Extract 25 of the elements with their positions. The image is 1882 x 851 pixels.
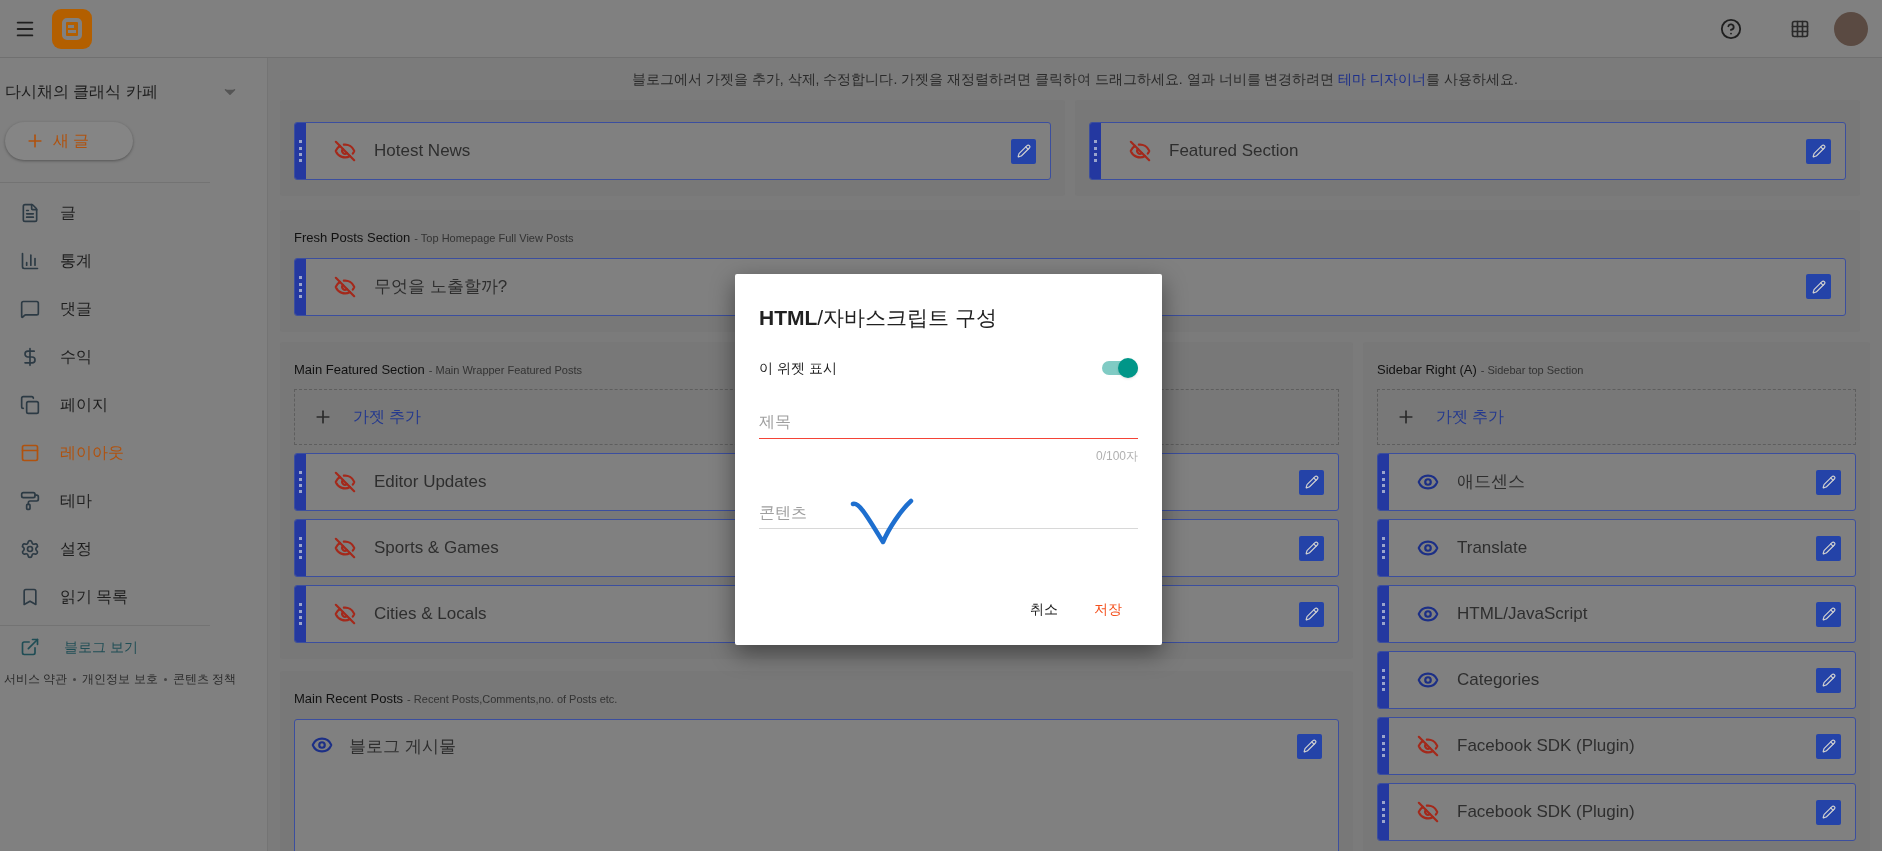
gadget-title: 무엇을 노출할까? [374,275,508,298]
gadget-title: Hotest News [374,140,471,163]
section-subtitle: - Main Wrapper Featured Posts [428,362,583,378]
info-text: 블로그에서 가젯을 추가, 삭제, 수정합니다. 가젯을 재정렬하려면 클릭하여 드래그하세요. 열과 너비를 변경하려면 테마 디자이너 를 사용하세요. [632,69,1518,89]
gadget-title: Cities & Locals [374,603,487,626]
gadget-title: Featured Section [1169,140,1299,163]
gadget-title: Editor Updates [374,471,487,494]
gadget-title: 애드센스 [1457,471,1525,494]
gadget-title: Sports & Games [374,537,499,560]
section-subtitle: - Sidebar top Section [1480,362,1584,378]
section-title: Main Recent Posts [294,690,404,708]
gadget-title: Translate [1457,537,1528,560]
gadget-title: Facebook SDK (Plugin) [1457,735,1635,758]
section-subtitle: - Recent Posts,Comments,no. of Posts etc. [407,692,618,707]
gadget-title: Facebook SDK (Plugin) [1457,801,1635,824]
toggle-label: 이 위젯 표시 [759,358,837,378]
section-title: Sidebar Right (A) [1377,360,1477,379]
dialog-title: HTML/자바스크립트 구성 [759,305,998,331]
section-title: Main Featured Section [294,360,425,379]
gadget-title: Categories [1457,669,1540,692]
section-subtitle: - Top Homepage Full View Posts [414,231,574,246]
gadget-title: 블로그 게시물 [349,735,456,758]
section-title: Fresh Posts Section [294,229,411,247]
gadget-title: HTML/JavaScript [1457,603,1588,626]
character-counter: 0/100자 [1095,447,1138,465]
